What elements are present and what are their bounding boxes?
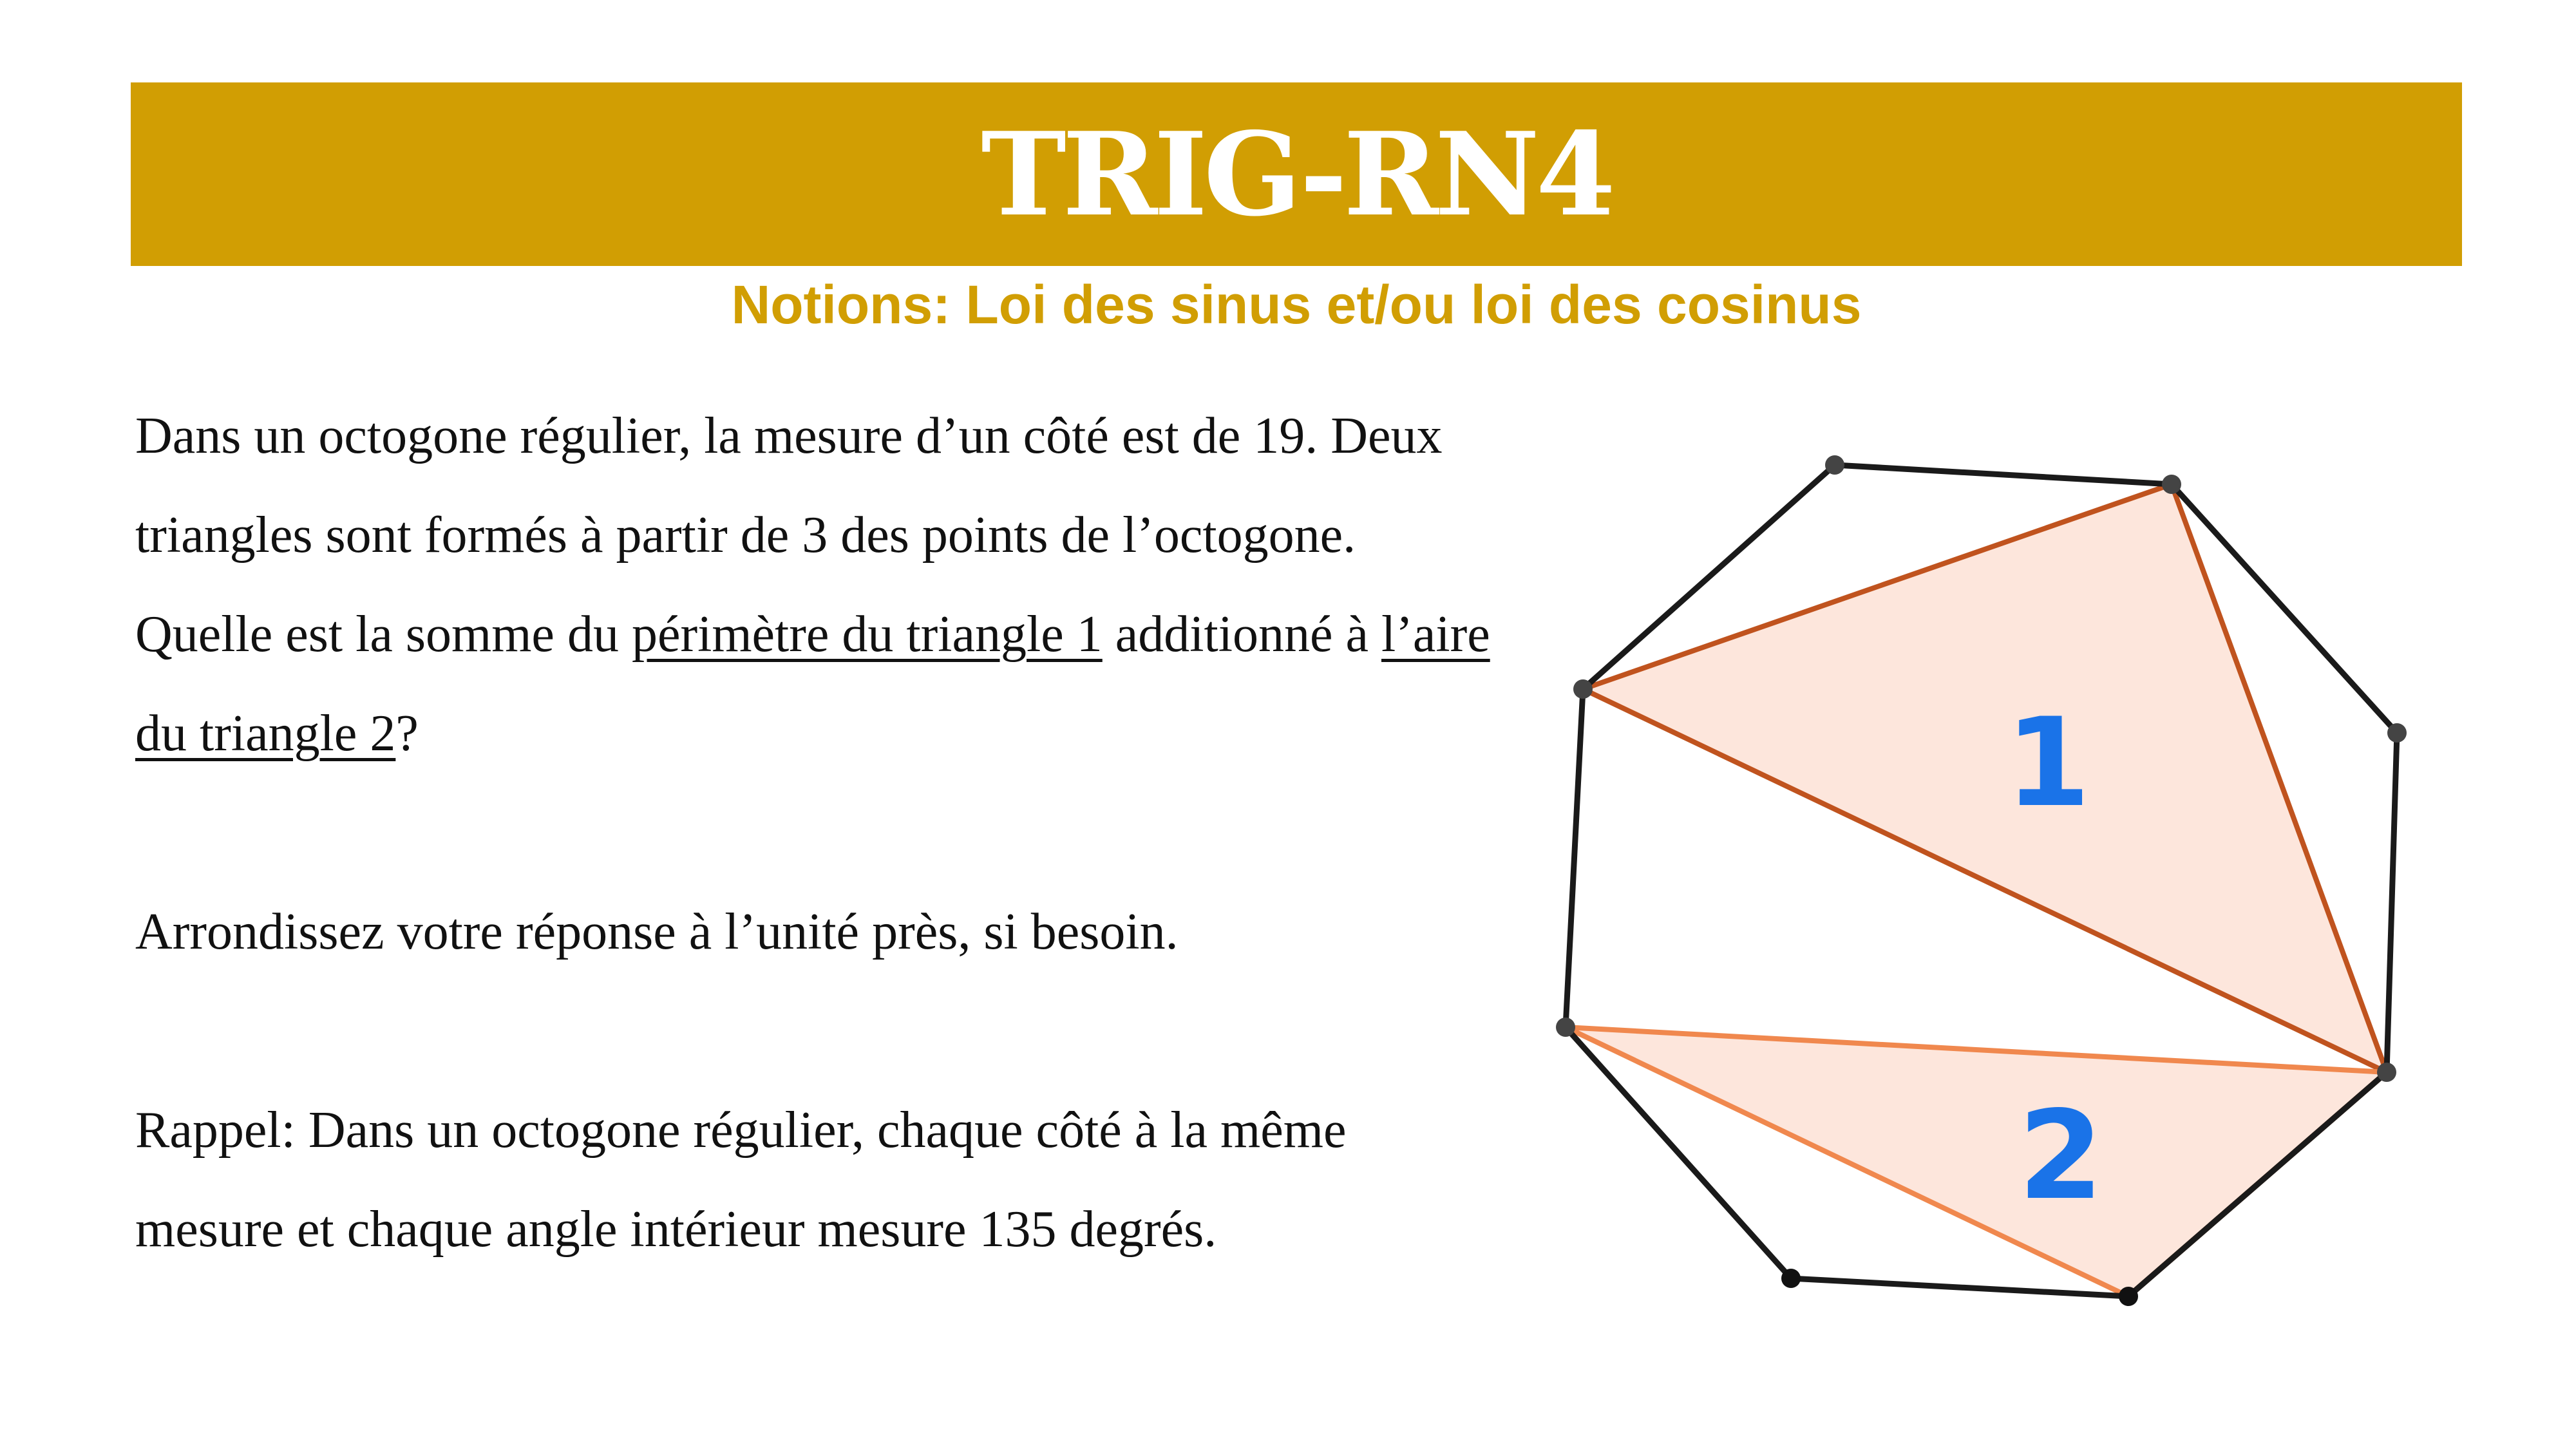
triangle-1-label: 1 — [2005, 692, 2090, 834]
vertex-point — [1556, 1018, 1575, 1037]
vertex-point — [2162, 475, 2181, 494]
vertex-point — [1781, 1269, 1801, 1288]
problem-text-3: ? — [395, 705, 419, 762]
page-subtitle: Notions: Loi des sinus et/ou loi des cos… — [731, 274, 1862, 335]
triangle-2-label: 2 — [2018, 1084, 2103, 1227]
problem-text-2: additionné à — [1102, 606, 1381, 663]
rounding-instruction: Arrondissez votre réponse à l’unité près… — [135, 904, 1179, 960]
vertex-point — [1573, 679, 1593, 699]
octagon-figure: 1 2 — [1556, 455, 2407, 1306]
vertex-point — [1825, 455, 1844, 475]
vertex-point — [2387, 723, 2407, 743]
vertex-point — [2377, 1063, 2396, 1082]
perimeter-triangle-1-underlined: périmètre du triangle 1 — [631, 606, 1103, 663]
problem-statement: Dans un octogone régulier, la mesure d’u… — [135, 386, 1501, 783]
triangle-1 — [1580, 482, 2389, 1075]
vertex-point — [2119, 1287, 2138, 1306]
page-title: TRIG-RN4 — [981, 107, 1615, 242]
reminder-note: Rappel: Dans un octogone régulier, chaqu… — [135, 1102, 1347, 1258]
